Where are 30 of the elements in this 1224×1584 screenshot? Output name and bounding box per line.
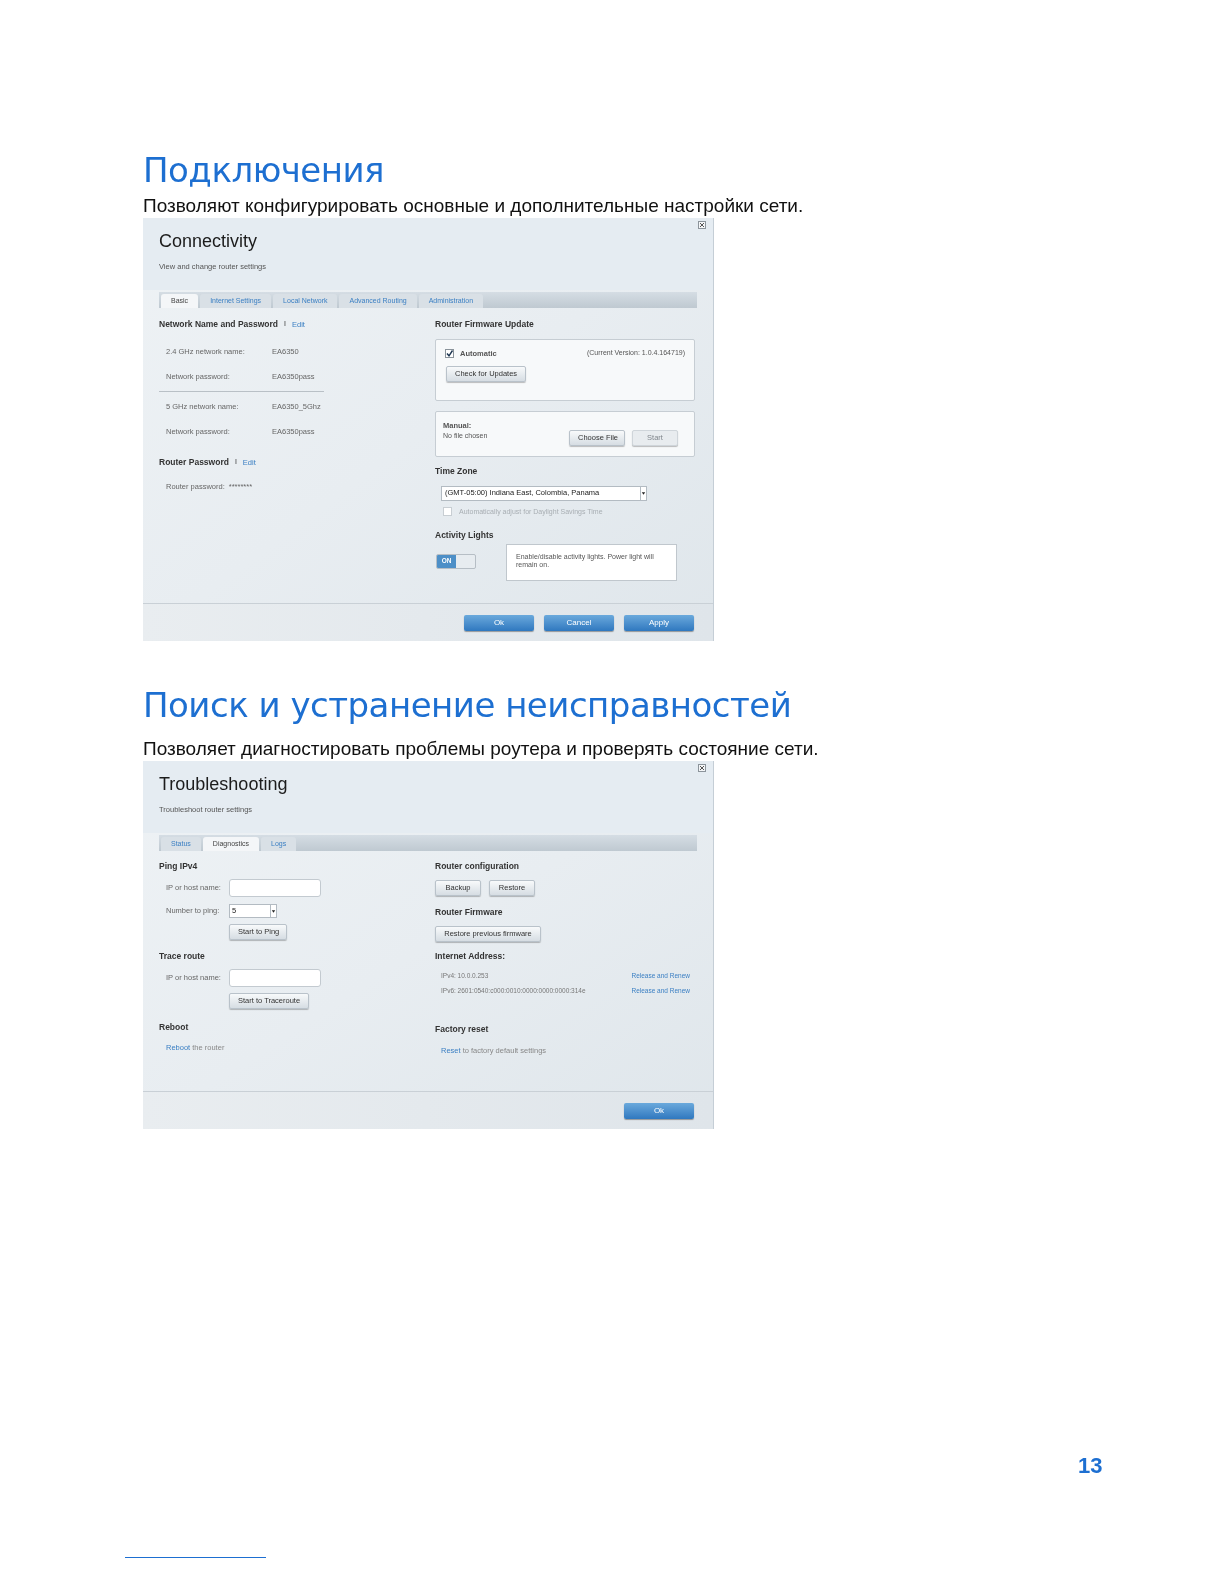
section-heading: Ping IPv4 xyxy=(159,860,199,873)
host-field[interactable] xyxy=(229,968,321,987)
section-description: Позволяет диагностировать проблемы роутера и проверять состояние сети. xyxy=(143,737,820,761)
dialog-button[interactable]: Cancel xyxy=(544,614,614,631)
host-field[interactable] xyxy=(229,878,321,897)
section-heading: Router Firmware xyxy=(435,905,504,919)
dialog-button[interactable]: Ok xyxy=(624,1102,694,1119)
page-number: 13 xyxy=(1078,1452,1103,1480)
section-title: Подключения xyxy=(143,149,386,192)
dialog-button[interactable]: Ok xyxy=(464,614,534,631)
close-icon[interactable] xyxy=(698,221,706,229)
section-description: Позволяют конфигурировать основные и дополнительные настройки сети. xyxy=(143,194,805,218)
close-icon[interactable] xyxy=(698,764,706,772)
dropdown-arrow-icon xyxy=(640,486,646,500)
window-title: Connectivity xyxy=(159,230,259,253)
section-heading: Activity Lights xyxy=(435,529,495,542)
section-heading: Network Name and Password xyxy=(159,318,279,331)
section-heading: Internet Address: xyxy=(435,949,507,963)
section-heading: Router configuration xyxy=(435,860,521,873)
section-heading: Trace route xyxy=(159,949,206,963)
dropdown-arrow-icon xyxy=(270,904,276,917)
window-title: Troubleshooting xyxy=(159,773,288,796)
section-heading: Router Firmware Update xyxy=(435,318,535,331)
dialog-button[interactable]: Apply xyxy=(624,614,694,631)
section-heading: Factory reset xyxy=(435,1023,490,1036)
section-heading: Time Zone xyxy=(435,464,479,478)
section-title: Поиск и устранение неисправностей xyxy=(143,684,793,727)
section-heading: Router Password xyxy=(159,455,229,469)
section-heading: Reboot xyxy=(159,1020,190,1034)
checkbox[interactable] xyxy=(445,348,454,358)
